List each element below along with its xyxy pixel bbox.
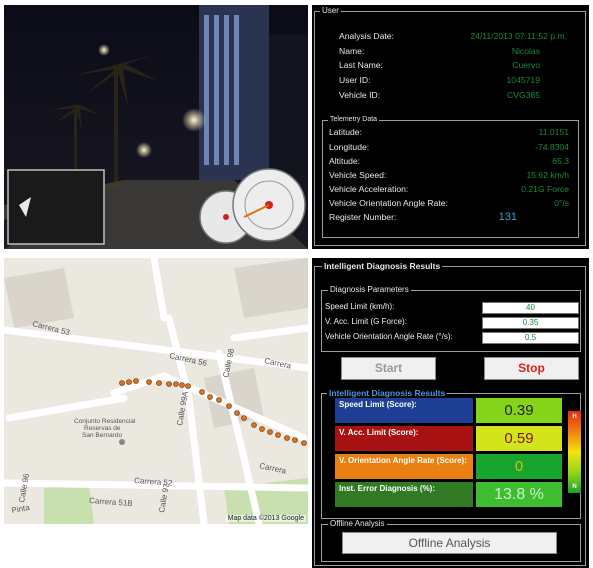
acc-score-row: V. Acc. Limit (Score): 0.59 [335, 426, 562, 451]
field-label: Last Name: [339, 60, 383, 70]
speed-score-row: Speed Limit (Score): 0.39 [335, 398, 562, 423]
start-button[interactable]: Start [341, 357, 436, 380]
orientation-param: Vehicle Orientation Angle Rate (°/s): 0.… [312, 331, 589, 344]
analysis-date-value: 24/11/2013 07:11:52 p.m. [470, 31, 567, 41]
stop-button[interactable]: Stop [484, 357, 579, 380]
acc-limit-input[interactable]: 0.35 [482, 317, 579, 329]
colorbar-normal-label: N [572, 484, 577, 490]
longitude-row: Longitude: -74.8304 [312, 141, 589, 153]
altitude-row: Altitude: 65.3 [312, 155, 589, 167]
camera-frame [4, 5, 308, 249]
orientation-score-value: 0 [476, 454, 562, 479]
register-number-value: 131 [498, 211, 517, 223]
score-label: V. Acc. Limit (Score): [335, 426, 473, 451]
camera-view [4, 5, 308, 249]
param-label: Speed Limit (km/h): [325, 302, 395, 311]
speed-score-value: 0.39 [476, 398, 562, 423]
user-id-row: User ID: 1045719 [312, 74, 589, 86]
diagnosis-panel: Intelligent Diagnosis Results Diagnosis … [312, 258, 589, 568]
orientation-row: Vehicle Orientation Angle Rate: 0°/s [312, 197, 589, 209]
user-id-value: 1045719 [506, 75, 540, 85]
acceleration-value: 0.21G Force [521, 184, 569, 194]
params-legend: Diagnosis Parameters [328, 285, 411, 295]
place-marker-icon [119, 439, 125, 445]
place-label: San Bernardo [82, 432, 122, 439]
user-legend: User [320, 6, 341, 16]
field-label: Register Number: [329, 212, 397, 222]
field-label: Altitude: [329, 156, 361, 166]
altitude-value: 65.3 [552, 156, 569, 166]
vehicle-id-value: CVG385 [507, 90, 540, 100]
acceleration-row: Vehicle Acceleration: 0.21G Force [312, 183, 589, 195]
last-name-row: Last Name: Cuervo [312, 59, 589, 71]
speed-limit-param: Speed Limit (km/h): 40 [312, 301, 589, 314]
map-view[interactable]: Carrera 53 Carrera 56 Carrera Calle 98 C… [4, 258, 308, 524]
param-label: Vehicle Orientation Angle Rate (°/s): [325, 332, 453, 341]
offline-analysis-button[interactable]: Offline Analysis [342, 532, 557, 554]
results-legend: Intelligent Diagnosis Results [327, 388, 448, 398]
field-label: Longitude: [329, 142, 370, 152]
place-label: Conjunto Residencial [74, 418, 136, 425]
offline-legend: Offline Analysis [328, 519, 387, 529]
error-diagnosis-value: 13.8 % [476, 482, 562, 507]
vehicle-id-row: Vehicle ID: CVG385 [312, 89, 589, 101]
orientation-input[interactable]: 0.5 [482, 332, 579, 344]
name-row: Name: Nicolas [312, 45, 589, 57]
score-colorbar: H N [568, 411, 581, 493]
colorbar-high-label: H [572, 414, 577, 420]
orientation-value: 0°/s [554, 198, 569, 208]
error-diagnosis-row: Inst. Error Diagnosis (%): 13.8 % [335, 482, 562, 507]
map-attribution: Map data ©2013 Google [225, 515, 306, 522]
score-label: Inst. Error Diagnosis (%): [335, 482, 473, 507]
user-panel: User Analysis Date: 24/11/2013 07:11:52 … [312, 5, 589, 249]
telemetry-legend: Telemetry Data [328, 115, 380, 125]
field-label: Vehicle Orientation Angle Rate: [329, 198, 448, 208]
orientation-score-row: V. Orientation Angle Rate (Score): 0 [335, 454, 562, 479]
last-name-value: Cuervo [512, 60, 540, 70]
accel-gauge [232, 168, 306, 242]
param-label: V. Acc. Limit (G Force): [325, 317, 407, 326]
longitude-value: -74.8304 [535, 142, 569, 152]
field-label: Analysis Date: [339, 31, 394, 41]
field-label: Vehicle Speed: [329, 170, 387, 180]
name-value: Nicolas [511, 46, 540, 56]
score-label: Speed Limit (Score): [335, 398, 473, 423]
analysis-date-row: Analysis Date: 24/11/2013 07:11:52 p.m. [312, 30, 589, 42]
score-label: V. Orientation Angle Rate (Score): [335, 454, 473, 479]
acc-limit-param: V. Acc. Limit (G Force): 0.35 [312, 316, 589, 329]
register-row: Register Number: 131 [312, 211, 589, 223]
field-label: User ID: [339, 75, 371, 85]
field-label: Name: [339, 46, 365, 56]
latitude-value: 11.0151 [538, 127, 569, 137]
field-label: Vehicle Acceleration: [329, 184, 409, 194]
place-label: Reservas de [84, 425, 121, 432]
field-label: Vehicle ID: [339, 90, 381, 100]
map-canvas[interactable]: Carrera 53 Carrera 56 Carrera Calle 98 C… [4, 258, 308, 524]
diagnosis-title: Intelligent Diagnosis Results [322, 261, 443, 271]
speed-row: Vehicle Speed: 15.62 km/h [312, 169, 589, 181]
field-label: Latitude: [329, 127, 362, 137]
acc-score-value: 0.59 [476, 426, 562, 451]
speed-limit-input[interactable]: 40 [482, 302, 579, 314]
latitude-row: Latitude: 11.0151 [312, 126, 589, 138]
speed-value: 15.62 km/h [526, 170, 569, 180]
